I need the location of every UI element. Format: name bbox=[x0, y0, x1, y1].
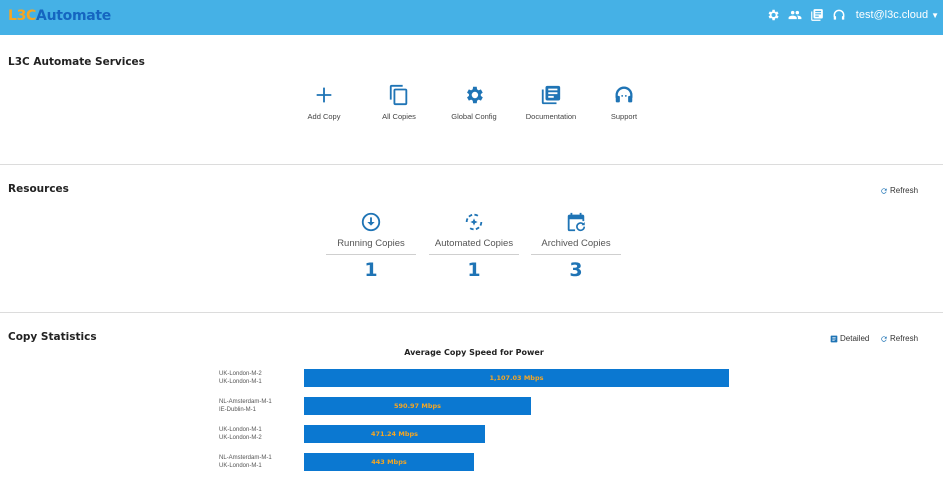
bar[interactable]: 443 Mbps bbox=[304, 453, 474, 471]
add-copy-button[interactable]: Add Copy bbox=[284, 84, 364, 121]
support-label: Support bbox=[610, 112, 638, 121]
category-line: UK-London-M-2 bbox=[219, 371, 262, 377]
global-config-button[interactable]: Global Config bbox=[434, 84, 514, 121]
plus-icon bbox=[316, 87, 332, 103]
divider bbox=[0, 164, 943, 165]
bar-value-label: 443 Mbps bbox=[371, 458, 407, 466]
gear-icon bbox=[467, 86, 483, 104]
documentation-label: Documentation bbox=[525, 112, 577, 121]
bar-category-label: NL-Amsterdam-M-1 UK-London-M-1 bbox=[219, 454, 272, 470]
bar-category-label: NL-Amsterdam-M-1 IE-Dublin-M-1 bbox=[219, 398, 272, 414]
top-bar: L3CAutomate test@l3c.cloud ▼ bbox=[0, 0, 943, 35]
user-email: test@l3c.cloud bbox=[855, 9, 929, 21]
bar-category-label: UK-London-M-2 UK-London-M-1 bbox=[219, 370, 262, 386]
auto-refresh-icon bbox=[465, 213, 483, 231]
automated-copies-label: Automated Copies bbox=[429, 238, 519, 255]
category-line: UK-London-M-1 bbox=[219, 463, 262, 469]
documentation-button[interactable]: Documentation bbox=[511, 84, 591, 121]
library-books-icon bbox=[541, 85, 561, 105]
users-icon[interactable] bbox=[788, 8, 802, 22]
statistics-refresh-label: Refresh bbox=[890, 334, 919, 343]
category-line: UK-London-M-1 bbox=[219, 427, 262, 433]
all-copies-label: All Copies bbox=[382, 112, 416, 121]
detail-box-icon bbox=[830, 335, 838, 342]
support-button[interactable]: Support bbox=[584, 84, 664, 121]
download-circle-icon bbox=[361, 212, 381, 232]
automated-copies-count: 1 bbox=[467, 259, 481, 281]
user-menu[interactable]: test@l3c.cloud ▼ bbox=[856, 9, 939, 21]
bar-value-label: 471.24 Mbps bbox=[371, 430, 418, 438]
resources-title: Resources bbox=[8, 183, 69, 195]
archived-copies-label: Archived Copies bbox=[531, 238, 621, 255]
category-line: IE-Dublin-M-1 bbox=[219, 407, 257, 413]
copy-icon bbox=[389, 84, 408, 106]
bar-value-label: 1,107.03 Mbps bbox=[489, 374, 544, 382]
global-config-label: Global Config bbox=[451, 112, 497, 121]
bar[interactable]: 471.24 Mbps bbox=[304, 425, 485, 443]
header-actions: test@l3c.cloud ▼ bbox=[766, 8, 939, 22]
statistics-title: Copy Statistics bbox=[8, 331, 97, 343]
category-line: UK-London-M-2 bbox=[219, 435, 262, 441]
chart-title: Average Copy Speed for Power bbox=[404, 348, 544, 357]
brand-part1: L3C bbox=[8, 8, 37, 24]
running-copies-card[interactable]: Running Copies 1 bbox=[326, 211, 416, 281]
running-copies-label: Running Copies bbox=[326, 238, 416, 255]
refresh-icon bbox=[881, 335, 887, 342]
brand-part2: Automate bbox=[36, 8, 111, 24]
refresh-icon bbox=[881, 187, 887, 194]
category-line: NL-Amsterdam-M-1 bbox=[219, 399, 272, 405]
all-copies-button[interactable]: All Copies bbox=[359, 84, 439, 121]
category-line: NL-Amsterdam-M-1 bbox=[219, 455, 272, 461]
calendar-refresh-icon bbox=[567, 212, 586, 232]
archived-copies-card[interactable]: Archived Copies 3 bbox=[531, 211, 621, 281]
divider bbox=[0, 312, 943, 313]
detailed-button[interactable]: Detailed bbox=[830, 334, 869, 343]
services-title: L3C Automate Services bbox=[8, 56, 145, 68]
bar-category-label: UK-London-M-1 UK-London-M-2 bbox=[219, 426, 262, 442]
archived-copies-count: 3 bbox=[569, 259, 583, 281]
detailed-label: Detailed bbox=[840, 334, 870, 343]
statistics-refresh-button[interactable]: Refresh bbox=[880, 334, 918, 343]
chevron-down-icon: ▼ bbox=[931, 11, 939, 20]
headset-icon bbox=[615, 86, 633, 103]
bar[interactable]: 590.97 Mbps bbox=[304, 397, 531, 415]
category-line: UK-London-M-1 bbox=[219, 379, 262, 385]
resources-refresh-button[interactable]: Refresh bbox=[880, 186, 918, 195]
automated-copies-card[interactable]: Automated Copies 1 bbox=[429, 211, 519, 281]
gear-icon[interactable] bbox=[766, 8, 780, 22]
library-books-icon[interactable] bbox=[810, 8, 824, 22]
brand-logo[interactable]: L3CAutomate bbox=[8, 8, 111, 24]
bar-value-label: 590.97 Mbps bbox=[394, 402, 441, 410]
resources-refresh-label: Refresh bbox=[890, 186, 919, 195]
add-copy-label: Add Copy bbox=[307, 112, 341, 121]
bar[interactable]: 1,107.03 Mbps bbox=[304, 369, 729, 387]
headset-icon[interactable] bbox=[832, 8, 846, 22]
running-copies-count: 1 bbox=[364, 259, 378, 281]
